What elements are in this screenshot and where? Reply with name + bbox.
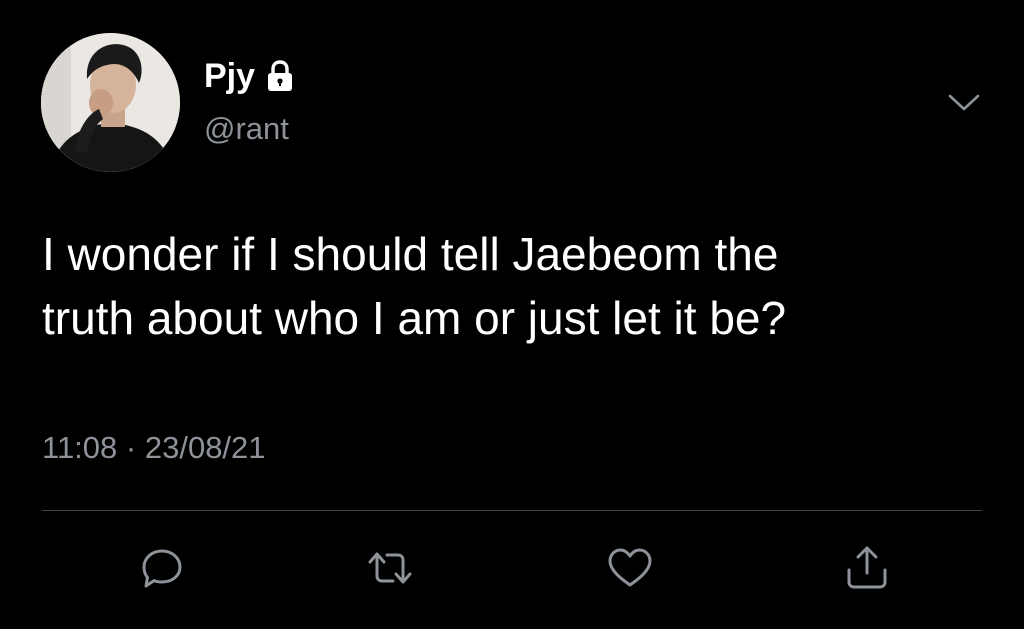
share-icon (847, 546, 887, 589)
like-icon (608, 548, 652, 587)
user-handle[interactable]: @rant (204, 110, 289, 148)
tweet-date: 23/08/21 (144, 430, 266, 465)
display-name-row: Pjy (204, 56, 295, 96)
retweet-icon (368, 552, 412, 584)
reply-button[interactable] (136, 542, 188, 594)
tweet-text: I wonder if I should tell Jaebeom the tr… (42, 222, 982, 350)
divider (42, 510, 982, 511)
tweet-time: 11:08 (42, 430, 118, 465)
avatar[interactable] (41, 33, 180, 172)
share-button[interactable] (841, 542, 893, 594)
display-name[interactable]: Pjy (204, 56, 255, 96)
tweet-text-line: I wonder if I should tell Jaebeom the (42, 228, 779, 280)
tweet-text-line: truth about who I am or just let it be? (42, 292, 787, 344)
chevron-down-icon[interactable] (944, 88, 984, 116)
timestamp-separator: · (125, 430, 137, 465)
reply-icon (142, 549, 182, 588)
profile-photo (41, 33, 180, 172)
lock-icon (265, 59, 295, 93)
like-button[interactable] (604, 542, 656, 594)
retweet-button[interactable] (364, 542, 416, 594)
tweet-timestamp[interactable]: 11:08 · 23/08/21 (42, 428, 266, 468)
